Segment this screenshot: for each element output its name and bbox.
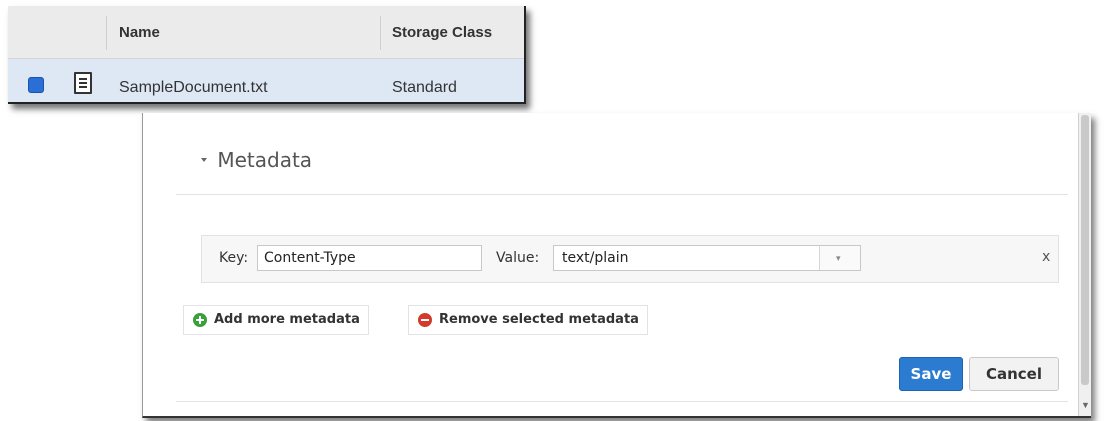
add-metadata-button[interactable]: Add more metadata <box>183 305 369 335</box>
scrollbar[interactable]: ▼ <box>1078 113 1091 416</box>
column-separator <box>380 16 381 50</box>
metadata-section-toggle[interactable]: Metadata <box>201 148 312 172</box>
save-button[interactable]: Save <box>899 357 963 391</box>
row-checkbox[interactable] <box>28 77 44 93</box>
cancel-button[interactable]: Cancel <box>969 357 1059 391</box>
key-label: Key: <box>219 250 249 266</box>
metadata-panel: ▼ Metadata Key: Content-Type Value: text… <box>142 113 1091 418</box>
metadata-row: Key: Content-Type Value: text/plain ▾ x <box>201 235 1059 283</box>
collapse-triangle-icon <box>201 157 207 162</box>
value-combobox-text[interactable]: text/plain <box>562 250 628 266</box>
remove-metadata-label: Remove selected metadata <box>439 312 639 327</box>
value-label: Value: <box>496 250 540 266</box>
add-metadata-label: Add more metadata <box>214 312 360 327</box>
divider <box>176 194 1068 195</box>
column-header-storage-class[interactable]: Storage Class <box>392 24 492 41</box>
key-input[interactable]: Content-Type <box>257 245 482 271</box>
value-combobox[interactable]: text/plain ▾ <box>553 245 861 271</box>
add-icon <box>193 313 207 327</box>
scrollbar-thumb[interactable] <box>1081 115 1089 385</box>
metadata-section-title: Metadata <box>217 148 313 172</box>
column-header-name[interactable]: Name <box>119 24 160 41</box>
chevron-down-icon: ▾ <box>836 253 841 263</box>
remove-icon <box>418 313 432 327</box>
remove-metadata-button[interactable]: Remove selected metadata <box>408 305 648 335</box>
divider <box>176 401 1068 402</box>
document-icon <box>74 72 92 94</box>
file-list-panel: Name Storage Class SampleDocument.txt St… <box>8 6 526 104</box>
storage-class-cell: Standard <box>392 79 457 96</box>
remove-row-button[interactable]: x <box>1042 249 1050 265</box>
column-separator <box>106 16 107 50</box>
scroll-down-icon[interactable]: ▼ <box>1081 400 1090 410</box>
file-name-cell[interactable]: SampleDocument.txt <box>119 79 268 97</box>
value-dropdown-button[interactable]: ▾ <box>819 246 860 270</box>
